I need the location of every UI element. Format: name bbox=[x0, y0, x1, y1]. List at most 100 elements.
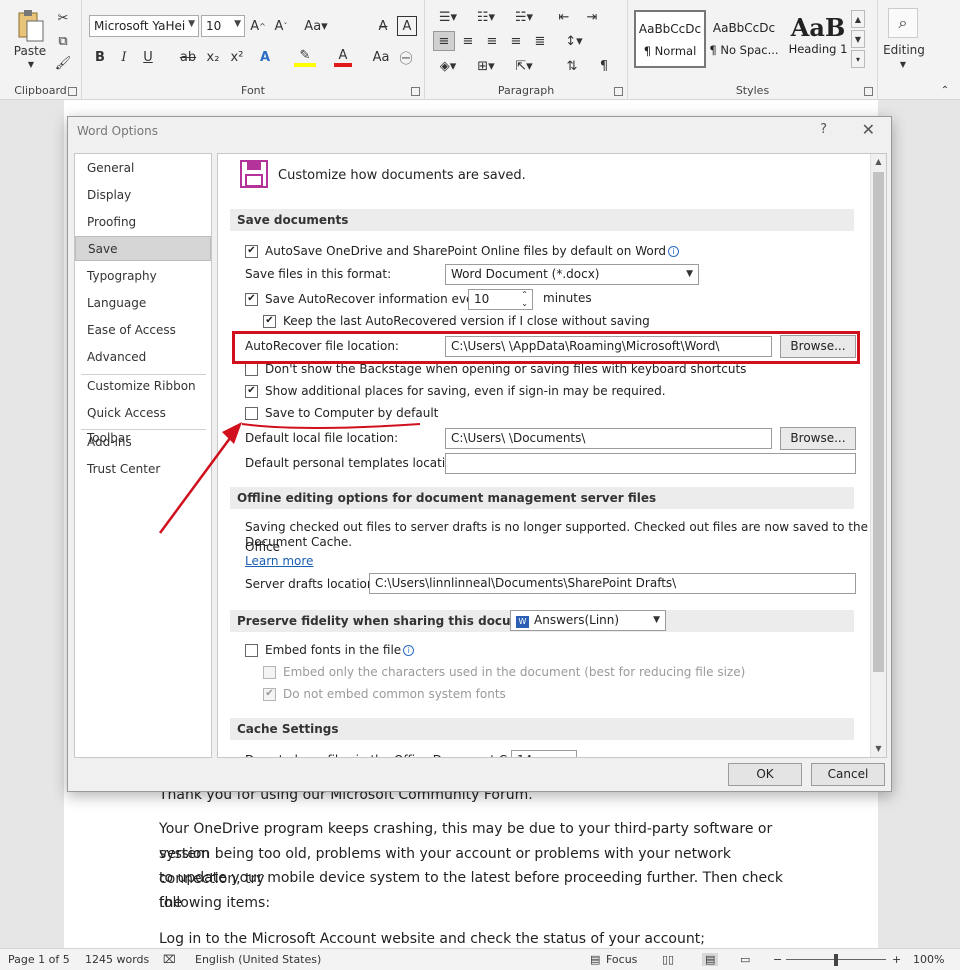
bullets-icon[interactable]: ☰▾ bbox=[433, 8, 463, 26]
embed-only-option[interactable]: Embed only the characters used in the do… bbox=[263, 662, 745, 682]
underline-button[interactable]: U bbox=[140, 47, 156, 67]
enclose-characters-icon[interactable]: ㊀ bbox=[397, 47, 415, 67]
subscript-button[interactable]: x₂ bbox=[204, 47, 222, 67]
asian-layout-icon[interactable]: ⇱▾ bbox=[509, 56, 539, 76]
checkbox-checked[interactable]: ✔ bbox=[245, 384, 258, 398]
zoom-slider-thumb[interactable] bbox=[834, 954, 838, 966]
clear-formatting-icon[interactable]: A̶ bbox=[373, 15, 393, 37]
checkbox-checked[interactable]: ✔ bbox=[245, 292, 258, 306]
checkbox-unchecked[interactable] bbox=[245, 406, 258, 420]
proofing-icon[interactable]: ⌧ bbox=[163, 953, 176, 966]
additional-places-option[interactable]: ✔ Show additional places for saving, eve… bbox=[245, 381, 666, 401]
distribute-icon[interactable]: ≣ bbox=[529, 31, 551, 51]
show-formatting-icon[interactable]: ¶ bbox=[593, 56, 615, 76]
no-common-fonts-option[interactable]: ✔ Do not embed common system fonts bbox=[263, 684, 506, 704]
nav-save[interactable]: Save bbox=[75, 236, 211, 261]
style-normal[interactable]: AaBbCcDc ¶ Normal bbox=[634, 10, 706, 68]
nav-general[interactable]: General bbox=[75, 156, 211, 181]
web-layout-icon[interactable]: ▭ bbox=[740, 953, 750, 966]
autorecover-option[interactable]: ✔ Save AutoRecover information every bbox=[245, 289, 485, 309]
checkbox-checked[interactable]: ✔ bbox=[245, 244, 258, 258]
italic-button[interactable]: I bbox=[116, 47, 132, 67]
scroll-down-icon[interactable]: ▼ bbox=[871, 741, 886, 757]
shading-icon[interactable]: ◈▾ bbox=[433, 56, 463, 76]
chevron-down-icon[interactable]: ▼ bbox=[24, 58, 38, 70]
highlight-icon[interactable]: ✎ bbox=[294, 47, 316, 67]
multilevel-list-icon[interactable]: ☵▾ bbox=[509, 8, 539, 26]
checkbox-unchecked[interactable] bbox=[245, 643, 258, 657]
checkbox-checked[interactable]: ✔ bbox=[263, 314, 276, 328]
styles-launcher-icon[interactable] bbox=[864, 87, 873, 96]
decrease-indent-icon[interactable]: ⇤ bbox=[553, 8, 575, 26]
bold-button[interactable]: B bbox=[92, 47, 108, 67]
align-right-icon[interactable]: ≡ bbox=[481, 31, 503, 51]
scroll-thumb[interactable] bbox=[873, 172, 884, 672]
nav-add-ins[interactable]: Add-ins bbox=[75, 430, 211, 455]
zoom-out-button[interactable]: − bbox=[773, 953, 782, 966]
grow-font-icon[interactable]: A ^ bbox=[249, 15, 267, 37]
cache-days-stepper[interactable]: 14 bbox=[511, 750, 577, 757]
checkbox-unchecked[interactable] bbox=[245, 362, 258, 376]
zoom-level[interactable]: 100% bbox=[913, 953, 944, 966]
borders-icon[interactable]: ⊞▾ bbox=[471, 56, 501, 76]
clipboard-launcher-icon[interactable] bbox=[68, 87, 77, 96]
sort-icon[interactable]: ⇅ bbox=[561, 56, 583, 76]
strikethrough-button[interactable]: ab bbox=[178, 47, 198, 67]
nav-advanced[interactable]: Advanced bbox=[75, 345, 211, 370]
nav-language[interactable]: Language bbox=[75, 291, 211, 316]
doc-paragraph[interactable]: following items: bbox=[159, 891, 799, 916]
autorecover-minutes-stepper[interactable]: 10 ⌃ ⌄ bbox=[468, 289, 533, 310]
save-to-computer-option[interactable]: Save to Computer by default bbox=[245, 403, 438, 423]
print-layout-icon[interactable]: ▤ bbox=[702, 953, 719, 966]
style-no-spacing[interactable]: AaBbCcDc ¶ No Spac... bbox=[708, 10, 780, 68]
info-icon[interactable]: i bbox=[403, 644, 415, 656]
read-mode-icon[interactable]: ▯▯ bbox=[662, 953, 674, 966]
drafts-input[interactable]: C:\Users\linnlinneal\Documents\SharePoin… bbox=[369, 573, 856, 594]
editing-button[interactable]: Editing bbox=[880, 42, 928, 58]
superscript-button[interactable]: x² bbox=[228, 47, 246, 67]
nav-ease-of-access[interactable]: Ease of Access bbox=[75, 318, 211, 343]
align-center-icon[interactable]: ≡ bbox=[457, 31, 479, 51]
ok-button[interactable]: OK bbox=[728, 763, 802, 786]
font-size-select[interactable]: 10 ▼ bbox=[201, 15, 245, 37]
zoom-in-button[interactable]: + bbox=[892, 953, 901, 966]
style-heading-1[interactable]: AaB Heading 1 bbox=[782, 10, 854, 68]
default-local-input[interactable]: C:\Users\ \Documents\ bbox=[445, 428, 772, 449]
copy-icon[interactable]: ⧉ bbox=[55, 33, 71, 49]
checkbox-unchecked[interactable] bbox=[263, 665, 276, 679]
learn-more-link[interactable]: Learn more bbox=[245, 554, 313, 568]
keep-last-option[interactable]: ✔ Keep the last AutoRecovered version if… bbox=[263, 311, 650, 331]
focus-button[interactable]: Focus bbox=[606, 953, 637, 966]
text-effects-icon[interactable]: A bbox=[256, 47, 274, 67]
nav-display[interactable]: Display bbox=[75, 183, 211, 208]
justify-icon[interactable]: ≡ bbox=[505, 31, 527, 51]
paste-button[interactable]: Paste bbox=[8, 44, 52, 58]
align-left-icon[interactable]: ≡ bbox=[433, 31, 455, 51]
character-border-icon[interactable]: A bbox=[397, 16, 417, 36]
cut-icon[interactable]: ✂ bbox=[55, 10, 71, 26]
scroll-up-icon[interactable]: ▲ bbox=[871, 154, 886, 170]
nav-quick-access-toolbar[interactable]: Quick Access Toolbar bbox=[75, 401, 211, 445]
paste-icon[interactable] bbox=[10, 8, 50, 44]
browse-local-button[interactable]: Browse... bbox=[780, 427, 856, 450]
increase-indent-icon[interactable]: ⇥ bbox=[581, 8, 603, 26]
page-count[interactable]: Page 1 of 5 bbox=[8, 953, 70, 966]
fidelity-document-select[interactable]: W Answers(Linn) ▼ bbox=[510, 610, 666, 631]
word-count[interactable]: 1245 words bbox=[85, 953, 149, 966]
close-icon[interactable]: ✕ bbox=[862, 120, 875, 139]
help-icon[interactable]: ? bbox=[820, 122, 827, 137]
font-launcher-icon[interactable] bbox=[411, 87, 420, 96]
embed-fonts-option[interactable]: Embed fonts in the file i bbox=[245, 640, 415, 660]
font-color-icon[interactable]: A bbox=[334, 47, 352, 67]
shrink-font-icon[interactable]: Aˇ bbox=[272, 15, 290, 37]
autosave-option[interactable]: ✔ AutoSave OneDrive and SharePoint Onlin… bbox=[245, 241, 680, 261]
paragraph-launcher-icon[interactable] bbox=[614, 87, 623, 96]
templates-input[interactable] bbox=[445, 453, 856, 474]
nav-customize-ribbon[interactable]: Customize Ribbon bbox=[75, 374, 211, 399]
font-family-select[interactable]: Microsoft YaHei ▼ bbox=[89, 15, 199, 37]
line-spacing-icon[interactable]: ↕▾ bbox=[559, 31, 589, 51]
format-select[interactable]: Word Document (*.docx) ▼ bbox=[445, 264, 699, 285]
nav-trust-center[interactable]: Trust Center bbox=[75, 457, 211, 482]
nav-typography[interactable]: Typography bbox=[75, 264, 211, 289]
search-icon[interactable]: ⌕ bbox=[888, 8, 918, 38]
